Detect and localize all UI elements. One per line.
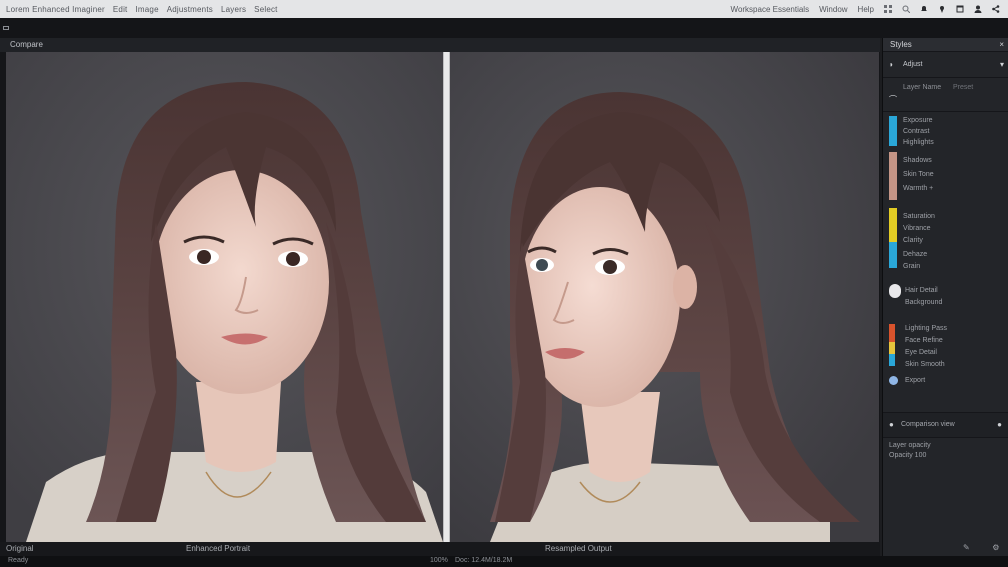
- zoom-level[interactable]: 100%: [430, 557, 448, 564]
- search-icon[interactable]: [902, 5, 910, 13]
- menu-item-layers[interactable]: Layers: [221, 5, 246, 14]
- curve-icon[interactable]: ⌒: [889, 94, 897, 105]
- workspace-selector[interactable]: Workspace Essentials: [731, 5, 810, 14]
- adjust-icon[interactable]: ✎: [963, 543, 970, 552]
- window-icon[interactable]: [956, 5, 964, 13]
- chevron-down-icon[interactable]: ▾: [1000, 60, 1004, 69]
- mask-thumbnail[interactable]: [889, 284, 901, 298]
- swatch-yellow: [889, 208, 897, 242]
- portrait-threequarter-image: [450, 52, 879, 542]
- footer-label-output: Resampled Output: [545, 544, 612, 553]
- toggle-dot-icon[interactable]: ●: [997, 420, 1002, 429]
- user-icon[interactable]: [974, 5, 982, 13]
- swatch-teal: [889, 354, 895, 366]
- swatch-cyan: [889, 242, 897, 268]
- close-icon[interactable]: ×: [999, 40, 1004, 49]
- menu-item-window[interactable]: Window: [819, 5, 847, 14]
- compare-view-label: Comparison view: [901, 421, 955, 428]
- tool-preset-icon[interactable]: [3, 26, 9, 30]
- layer-name-label: Layer Name: [903, 84, 942, 91]
- list-item[interactable]: Eye Detail: [905, 348, 1005, 359]
- list-item[interactable]: Saturation: [903, 212, 1003, 223]
- layer-group-list: Lighting Pass Face Refine Eye Detail Ski…: [883, 322, 1008, 412]
- list-item[interactable]: Vibrance: [903, 224, 1003, 235]
- tab-compare[interactable]: Compare: [10, 40, 43, 49]
- panel-section-compare: ● Comparison view ●: [883, 412, 1008, 438]
- menu-item-help[interactable]: Help: [858, 5, 874, 14]
- image-viewer: Compare Original Enhanced Portrait Resam…: [0, 38, 880, 556]
- settings-icon[interactable]: ⚙: [992, 543, 999, 552]
- brush-icon[interactable]: ◗: [889, 60, 894, 69]
- menu-item-app[interactable]: Lorem Enhanced Imaginer: [6, 5, 105, 14]
- portrait-front-image: [6, 52, 443, 542]
- adjustment-list: Exposure Contrast Highlights Shadows Ski…: [883, 112, 1008, 322]
- preset-label[interactable]: Preset: [953, 84, 973, 91]
- options-bar: [0, 18, 1008, 38]
- footer-label-original: Original: [6, 544, 34, 553]
- enhanced-image-pane[interactable]: [450, 52, 879, 542]
- list-item[interactable]: Skin Tone: [903, 170, 1003, 181]
- list-item[interactable]: Grain: [903, 262, 1003, 273]
- panel-bottom-tools: ✎ ⚙: [963, 542, 999, 552]
- panel-header: Styles ×: [883, 38, 1008, 52]
- original-image-pane[interactable]: [6, 52, 443, 542]
- viewer-footer: Original Enhanced Portrait Resampled Out…: [0, 542, 880, 556]
- list-item[interactable]: Highlights: [903, 138, 1003, 149]
- panel-section-layer: Layer Name Preset ⌒: [883, 78, 1008, 112]
- footer-label-enhanced: Enhanced Portrait: [186, 544, 251, 553]
- list-item[interactable]: Dehaze: [903, 250, 1003, 261]
- menu-bar: Lorem Enhanced Imaginer Edit Image Adjus…: [0, 0, 1008, 18]
- list-item[interactable]: Contrast: [903, 127, 1003, 138]
- section-adjust-label[interactable]: Adjust: [903, 61, 922, 68]
- menu-item-edit[interactable]: Edit: [113, 5, 128, 14]
- list-item[interactable]: Lighting Pass: [905, 324, 1005, 335]
- list-item[interactable]: Hair Detail: [905, 286, 1005, 297]
- status-text: Ready: [8, 557, 29, 564]
- list-item[interactable]: Face Refine: [905, 336, 1005, 347]
- split-divider-handle[interactable]: [443, 52, 450, 542]
- panel-section-adjust: ◗ Adjust ▾: [883, 52, 1008, 78]
- document-size: Doc: 12.4M/18.2M: [455, 557, 513, 564]
- list-item[interactable]: Background: [905, 298, 1005, 309]
- swatch-orange: [889, 324, 895, 342]
- panel-title: Styles: [890, 40, 912, 49]
- share-icon[interactable]: [992, 5, 1000, 13]
- list-item[interactable]: Warmth +: [903, 184, 1003, 195]
- bell-icon[interactable]: [920, 5, 928, 13]
- viewer-tab-bar: Compare: [0, 38, 880, 52]
- eye-icon[interactable]: ●: [889, 420, 894, 429]
- menu-item-image[interactable]: Image: [135, 5, 158, 14]
- location-icon[interactable]: [938, 5, 946, 13]
- list-item[interactable]: Clarity: [903, 236, 1003, 247]
- status-bar: Ready 100% Doc: 12.4M/18.2M: [0, 556, 1008, 567]
- styles-panel: Styles × ◗ Adjust ▾ Layer Name Preset ⌒ …: [882, 38, 1008, 556]
- opacity-value[interactable]: Opacity 100: [889, 452, 926, 459]
- menu-item-select[interactable]: Select: [254, 5, 277, 14]
- menu-item-adjustments[interactable]: Adjustments: [167, 5, 213, 14]
- main-menu: Lorem Enhanced Imaginer Edit Image Adjus…: [0, 5, 278, 14]
- list-item[interactable]: Shadows: [903, 156, 1003, 167]
- panel-opacity-info: Layer opacity Opacity 100: [883, 438, 1008, 462]
- swatch-skin: [889, 152, 897, 200]
- list-item[interactable]: Skin Smooth: [905, 360, 1005, 371]
- grid-icon[interactable]: [884, 5, 892, 13]
- swatch-gold: [889, 342, 895, 354]
- list-item[interactable]: Exposure: [903, 116, 1003, 127]
- color-dot-icon[interactable]: [889, 376, 898, 385]
- opacity-label: Layer opacity: [889, 442, 931, 449]
- list-item[interactable]: Export: [905, 376, 1005, 387]
- swatch-blue: [889, 116, 897, 146]
- menu-right: Workspace Essentials Window Help: [731, 5, 1008, 14]
